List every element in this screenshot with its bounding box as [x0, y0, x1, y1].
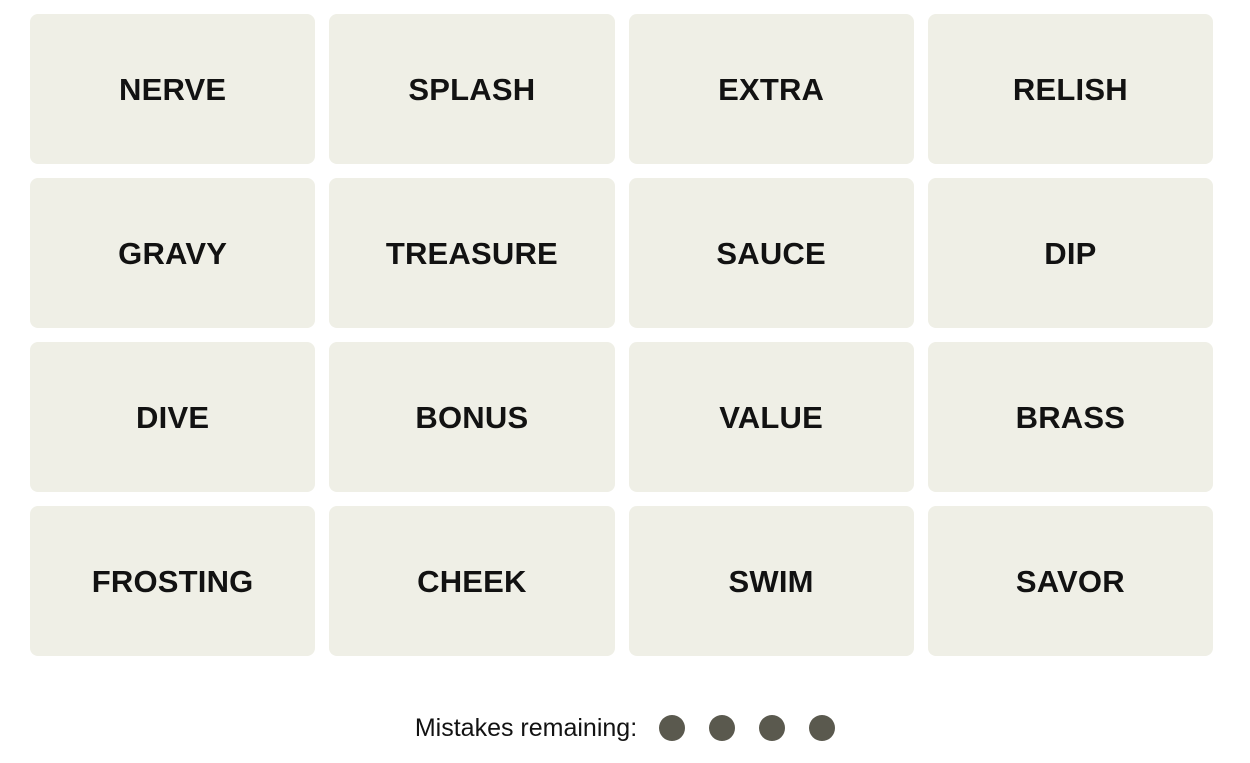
word-tile-label: TREASURE: [385, 235, 558, 271]
word-tile[interactable]: DIVE: [30, 342, 316, 492]
word-tile-label: SAVOR: [1015, 563, 1125, 599]
word-tile[interactable]: TREASURE: [329, 178, 615, 328]
word-tile[interactable]: SAUCE: [628, 178, 914, 328]
word-tile[interactable]: EXTRA: [628, 14, 914, 164]
word-tile[interactable]: RELISH: [927, 14, 1213, 164]
word-tile[interactable]: SAVOR: [927, 506, 1213, 656]
mistakes-remaining-label: Mistakes remaining:: [414, 713, 638, 742]
word-tile-label: SWIM: [728, 563, 814, 599]
word-tile-label: RELISH: [1012, 71, 1128, 107]
word-tile[interactable]: SWIM: [628, 506, 914, 656]
word-tile-label: CHEEK: [417, 563, 527, 599]
word-tile[interactable]: SPLASH: [329, 14, 615, 164]
word-tile-label: BRASS: [1015, 399, 1126, 435]
word-grid: NERVE SPLASH EXTRA RELISH GRAVY TREASURE…: [30, 14, 1213, 656]
word-tile[interactable]: GRAVY: [30, 178, 316, 328]
word-tile-label: GRAVY: [118, 235, 228, 271]
word-tile-label: NERVE: [119, 71, 227, 107]
connections-game-board: NERVE SPLASH EXTRA RELISH GRAVY TREASURE…: [0, 0, 1250, 763]
word-tile-label: EXTRA: [718, 71, 825, 107]
word-tile[interactable]: BRASS: [927, 342, 1213, 492]
word-tile-label: DIVE: [136, 399, 210, 435]
word-tile[interactable]: CHEEK: [329, 506, 615, 656]
word-tile[interactable]: VALUE: [628, 342, 914, 492]
word-tile[interactable]: FROSTING: [30, 506, 316, 656]
mistake-dot: [659, 715, 686, 741]
word-tile-label: FROSTING: [91, 563, 254, 599]
word-tile[interactable]: DIP: [927, 178, 1213, 328]
mistakes-remaining-bar: Mistakes remaining:: [0, 704, 1250, 752]
word-tile-label: SAUCE: [716, 235, 826, 271]
word-tile[interactable]: BONUS: [329, 342, 615, 492]
mistake-dot: [709, 715, 736, 741]
mistake-dot: [809, 715, 836, 741]
word-tile[interactable]: NERVE: [30, 14, 316, 164]
word-tile-label: SPLASH: [408, 71, 536, 107]
word-tile-label: VALUE: [719, 399, 823, 435]
mistake-dot: [759, 715, 786, 741]
word-tile-label: BONUS: [415, 399, 529, 435]
mistakes-dot-group: [659, 715, 836, 741]
word-tile-label: DIP: [1044, 235, 1097, 271]
